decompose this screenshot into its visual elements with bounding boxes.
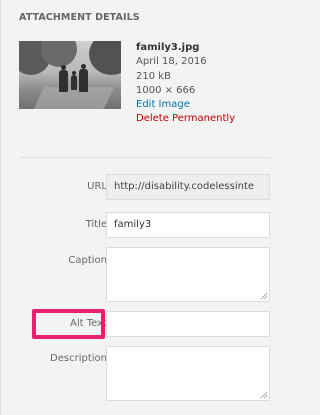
image-dimensions: 1000 × 666	[136, 84, 196, 96]
caption-field[interactable]	[106, 247, 270, 302]
resize-grip-icon[interactable]	[261, 392, 267, 398]
caption-label: Caption	[68, 255, 107, 266]
file-size: 210 kB	[136, 70, 171, 82]
delete-permanently-link[interactable]: Delete Permanently	[136, 112, 235, 126]
file-meta: family3.jpg April 18, 2016 210 kB 1000 ×…	[136, 41, 235, 127]
attachment-thumbnail[interactable]	[19, 41, 121, 109]
alt-text-field[interactable]	[106, 311, 270, 337]
resize-grip-icon[interactable]	[261, 293, 267, 299]
title-label: Title	[85, 219, 107, 230]
title-field[interactable]: family3	[106, 212, 270, 238]
upload-date: April 18, 2016	[136, 56, 207, 68]
url-field[interactable]: http://disability.codelessinte	[106, 174, 270, 200]
section-heading: ATTACHMENT DETAILS	[19, 12, 140, 23]
divider	[19, 157, 271, 158]
attachment-details-panel: ATTACHMENT DETAILS family3.jpg April 18,…	[0, 0, 283, 415]
description-label: Description	[50, 353, 107, 364]
alt-text-highlight	[32, 309, 105, 339]
edit-image-link[interactable]: Edit Image	[136, 98, 235, 112]
description-field[interactable]	[106, 346, 270, 401]
url-label: URL	[87, 181, 107, 192]
file-name: family3.jpg	[136, 42, 200, 53]
